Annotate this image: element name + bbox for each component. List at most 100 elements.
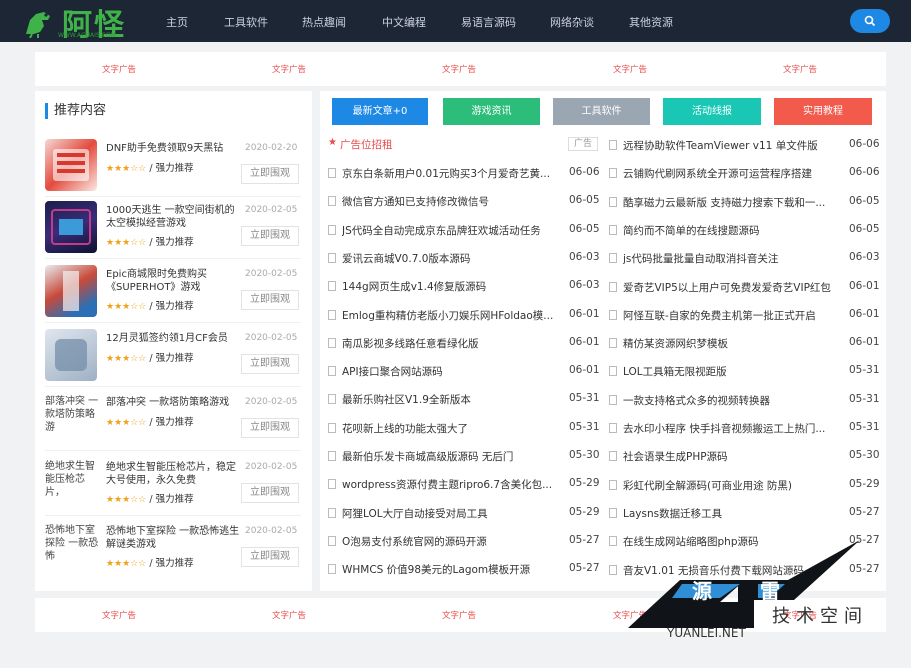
news-item[interactable]: 音友V1.01 无损音乐付费下载网站源码... 05-27 bbox=[609, 562, 883, 578]
text-ad-link[interactable]: 文字广告 bbox=[102, 609, 136, 621]
news-item[interactable]: WHMCS 价值98美元的Lagom模板开源 05-27 bbox=[328, 561, 603, 577]
news-item-title[interactable]: 远程协助软件TeamViewer v11 单文件版 bbox=[623, 138, 845, 153]
nav-item-chinese-programming[interactable]: 中文编程 bbox=[382, 14, 426, 30]
news-item[interactable]: 酷享磁力云最新版 支持磁力搜索下载和一... 06-05 bbox=[609, 194, 883, 210]
recommend-item-title[interactable]: 1000天逃生 一款空间街机的太空模拟经营游戏 bbox=[106, 204, 242, 230]
news-item-title[interactable]: O泡易支付系统官网的源码开源 bbox=[342, 534, 564, 549]
tab-latest-articles[interactable]: 最新文章+0 bbox=[332, 98, 428, 125]
news-item-title[interactable]: API接口聚合网站源码 bbox=[342, 364, 564, 379]
news-item[interactable]: Emlog重构精仿老版小刀娱乐网HFoldao模... 06-01 bbox=[328, 307, 603, 323]
ad-slot-row[interactable]: ★ 广告位招租 广告 bbox=[328, 136, 600, 152]
news-item[interactable]: 云铺购代刷网系统全开源可运营程序搭建 06-06 bbox=[609, 165, 883, 181]
nav-item-other-resources[interactable]: 其他资源 bbox=[629, 14, 673, 30]
view-now-button[interactable]: 立即围观 bbox=[241, 483, 299, 503]
recommend-item[interactable]: DNF助手免费领取9天黑钻 ★★★☆☆ / 强力推荐 2020-02-20 立即… bbox=[45, 135, 301, 197]
news-item-title[interactable]: 社会语录生成PHP源码 bbox=[623, 449, 845, 464]
news-item[interactable]: 简约而不简单的在线搜题源码 06-05 bbox=[609, 222, 883, 238]
nav-item-e-language-source[interactable]: 易语言源码 bbox=[461, 14, 516, 30]
view-now-button[interactable]: 立即围观 bbox=[241, 418, 299, 438]
news-item[interactable]: LOL工具箱无限视距版 05-31 bbox=[609, 363, 883, 379]
news-item-title[interactable]: 爱讯云商城V0.7.0版本源码 bbox=[342, 251, 564, 266]
text-ad-link[interactable]: 文字广告 bbox=[272, 63, 306, 75]
recommend-item-title[interactable]: 部落冲突 一款塔防策略游戏 bbox=[106, 396, 242, 409]
text-ad-link[interactable]: 文字广告 bbox=[442, 63, 476, 75]
recommend-item[interactable]: Epic商城限时免费购买《SUPERHOT》游戏 ★★★☆☆ / 强力推荐 20… bbox=[45, 261, 301, 323]
news-item[interactable]: JS代码全自动完成京东品牌狂欢城活动任务 06-05 bbox=[328, 222, 603, 238]
news-item-title[interactable]: 微信官方通知已支持修改微信号 bbox=[342, 194, 564, 209]
news-item[interactable]: 一款支持格式众多的视频转换器 05-31 bbox=[609, 392, 883, 408]
thumbnail-broken-image[interactable]: 部落冲突 一款塔防策略游 bbox=[45, 395, 99, 447]
text-ad-link[interactable]: 文字广告 bbox=[613, 63, 647, 75]
news-item-title[interactable]: Emlog重构精仿老版小刀娱乐网HFoldao模... bbox=[342, 308, 564, 323]
nav-item-tools[interactable]: 工具软件 bbox=[224, 14, 268, 30]
news-item[interactable]: 去水印小程序 快手抖音视频搬运工上热门... 05-31 bbox=[609, 420, 883, 436]
news-item[interactable]: O泡易支付系统官网的源码开源 05-27 bbox=[328, 533, 603, 549]
news-item-title[interactable]: WHMCS 价值98美元的Lagom模板开源 bbox=[342, 562, 564, 577]
text-ad-link[interactable]: 文字广告 bbox=[783, 609, 817, 621]
news-item-title[interactable]: 京东白条新用户0.01元购买3个月爱奇艺黄... bbox=[342, 166, 564, 181]
news-item[interactable]: wordpress资源付费主题ripro6.7含美化包... 05-29 bbox=[328, 476, 603, 492]
news-item[interactable]: 南瓜影视多线路任意看绿化版 06-01 bbox=[328, 335, 603, 351]
recommend-item[interactable]: 部落冲突 一款塔防策略游 部落冲突 一款塔防策略游戏 ★★★☆☆ / 强力推荐 … bbox=[45, 389, 301, 451]
news-item-title[interactable]: 南瓜影视多线路任意看绿化版 bbox=[342, 336, 564, 351]
nav-item-web-talk[interactable]: 网络杂谈 bbox=[550, 14, 594, 30]
news-item-title[interactable]: 酷享磁力云最新版 支持磁力搜索下载和一... bbox=[623, 195, 845, 210]
ad-slot-label[interactable]: 广告位招租 bbox=[340, 137, 393, 152]
thumbnail-image[interactable] bbox=[45, 201, 97, 253]
news-item-title[interactable]: 在线生成网站缩略图php源码 bbox=[623, 534, 845, 549]
news-item-title[interactable]: 花呗新上线的功能太强大了 bbox=[342, 421, 564, 436]
news-item-title[interactable]: Laysns数据迁移工具 bbox=[623, 506, 845, 521]
text-ad-link[interactable]: 文字广告 bbox=[102, 63, 136, 75]
view-now-button[interactable]: 立即围观 bbox=[241, 226, 299, 246]
news-item[interactable]: Laysns数据迁移工具 05-27 bbox=[609, 505, 883, 521]
news-item[interactable]: 在线生成网站缩略图php源码 05-27 bbox=[609, 533, 883, 549]
news-item[interactable]: 彩虹代刷全解源码(可商业用途 防黑) 05-29 bbox=[609, 477, 883, 493]
recommend-item-title[interactable]: 恐怖地下室探险 一款恐怖逃生解谜类游戏 bbox=[106, 525, 242, 551]
news-item-title[interactable]: 音友V1.01 无损音乐付费下载网站源码... bbox=[623, 563, 845, 578]
news-item-title[interactable]: 云铺购代刷网系统全开源可运营程序搭建 bbox=[623, 166, 845, 181]
text-ad-link[interactable]: 文字广告 bbox=[272, 609, 306, 621]
recommend-item-title[interactable]: Epic商城限时免费购买《SUPERHOT》游戏 bbox=[106, 268, 242, 294]
tab-activity-deals[interactable]: 活动线报 bbox=[663, 98, 761, 125]
recommend-item[interactable]: 1000天逃生 一款空间街机的太空模拟经营游戏 ★★★☆☆ / 强力推荐 202… bbox=[45, 197, 301, 259]
view-now-button[interactable]: 立即围观 bbox=[241, 354, 299, 374]
news-item-title[interactable]: 彩虹代刷全解源码(可商业用途 防黑) bbox=[623, 478, 845, 493]
news-item-title[interactable]: 一款支持格式众多的视频转换器 bbox=[623, 393, 845, 408]
tab-tutorials[interactable]: 实用教程 bbox=[774, 98, 872, 125]
tab-tool-software[interactable]: 工具软件 bbox=[553, 98, 650, 125]
news-item-title[interactable]: 阿怪互联-自家的免费主机第一批正式开启 bbox=[623, 308, 845, 323]
news-item[interactable]: 阿狸LOL大厅自动接受对局工具 05-29 bbox=[328, 505, 603, 521]
recommend-item-title[interactable]: 12月灵狐签约领1月CF会员 bbox=[106, 332, 242, 345]
news-item-title[interactable]: 最新伯乐发卡商城高级版源码 无后门 bbox=[342, 449, 564, 464]
news-item[interactable]: 花呗新上线的功能太强大了 05-31 bbox=[328, 420, 603, 436]
news-item[interactable]: 京东白条新用户0.01元购买3个月爱奇艺黄... 06-06 bbox=[328, 165, 603, 181]
thumbnail-image[interactable] bbox=[45, 265, 97, 317]
thumbnail-broken-image[interactable]: 绝地求生智能压枪芯片， bbox=[45, 460, 99, 512]
news-item-title[interactable]: 144g网页生成v1.4修复版源码 bbox=[342, 279, 564, 294]
nav-item-hot-news[interactable]: 热点趣闻 bbox=[302, 14, 346, 30]
recommend-item[interactable]: 恐怖地下室探险 一款恐怖 恐怖地下室探险 一款恐怖逃生解谜类游戏 ★★★☆☆ /… bbox=[45, 518, 301, 580]
news-item[interactable]: 社会语录生成PHP源码 05-30 bbox=[609, 448, 883, 464]
news-item[interactable]: 最新乐购社区V1.9全新版本 05-31 bbox=[328, 391, 603, 407]
news-item[interactable]: 144g网页生成v1.4修复版源码 06-03 bbox=[328, 278, 603, 294]
news-item-title[interactable]: 简约而不简单的在线搜题源码 bbox=[623, 223, 845, 238]
news-item-title[interactable]: LOL工具箱无限视距版 bbox=[623, 364, 845, 379]
news-item[interactable]: API接口聚合网站源码 06-01 bbox=[328, 363, 603, 379]
news-item[interactable]: 远程协助软件TeamViewer v11 单文件版 06-06 bbox=[609, 137, 883, 153]
news-item[interactable]: 阿怪互联-自家的免费主机第一批正式开启 06-01 bbox=[609, 307, 883, 323]
news-item[interactable]: 爱讯云商城V0.7.0版本源码 06-03 bbox=[328, 250, 603, 266]
news-item-title[interactable]: 阿狸LOL大厅自动接受对局工具 bbox=[342, 506, 564, 521]
tab-game-news[interactable]: 游戏资讯 bbox=[443, 98, 540, 125]
recommend-item[interactable]: 绝地求生智能压枪芯片， 绝地求生智能压枪芯片，稳定大号使用，永久免费 ★★★☆☆… bbox=[45, 454, 301, 516]
news-item[interactable]: 最新伯乐发卡商城高级版源码 无后门 05-30 bbox=[328, 448, 603, 464]
news-item-title[interactable]: wordpress资源付费主题ripro6.7含美化包... bbox=[342, 477, 564, 492]
view-now-button[interactable]: 立即围观 bbox=[241, 290, 299, 310]
text-ad-link[interactable]: 文字广告 bbox=[613, 609, 647, 621]
recommend-item[interactable]: 12月灵狐签约领1月CF会员 ★★★☆☆ / 强力推荐 2020-02-05 立… bbox=[45, 325, 301, 387]
news-item[interactable]: 微信官方通知已支持修改微信号 06-05 bbox=[328, 193, 603, 209]
thumbnail-image[interactable] bbox=[45, 329, 97, 381]
thumbnail-image[interactable] bbox=[45, 139, 97, 191]
recommend-item-title[interactable]: DNF助手免费领取9天黑钻 bbox=[106, 142, 242, 155]
news-item[interactable]: js代码批量批量自动取消抖音关注 06-03 bbox=[609, 250, 883, 266]
view-now-button[interactable]: 立即围观 bbox=[241, 547, 299, 567]
